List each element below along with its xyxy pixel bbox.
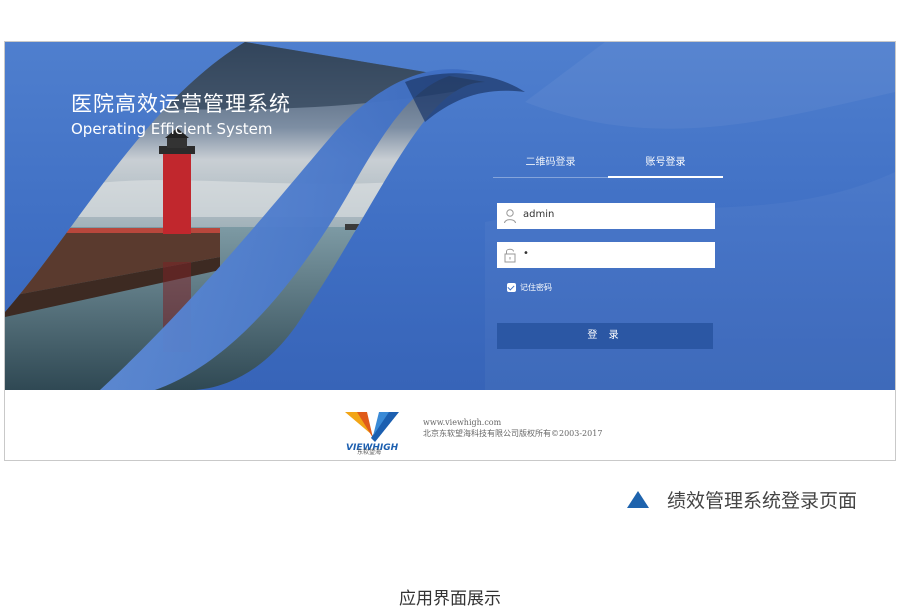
copyright-text: 北京东软望海科技有限公司版权所有©2003-2017 xyxy=(423,429,603,438)
password-input[interactable]: • xyxy=(497,242,715,268)
section-label: 应用界面展示 xyxy=(399,589,501,609)
lock-icon xyxy=(504,248,516,263)
username-value: admin xyxy=(523,209,555,220)
triangle-up-icon xyxy=(627,491,649,508)
screenshot-caption: 绩效管理系统登录页面 xyxy=(627,486,857,513)
user-icon xyxy=(504,209,516,224)
login-button[interactable]: 登 录 xyxy=(497,323,713,349)
app-subtitle: Operating Efficient System xyxy=(71,120,273,138)
login-hero: 医院高效运营管理系统 Operating Efficient System 二维… xyxy=(5,42,895,390)
viewhigh-logo: VIEWHIGH xyxy=(345,412,399,452)
login-footer: VIEWHIGH 东软望海 www.viewhigh.com 北京东软望海科技有… xyxy=(5,390,895,460)
caption-text: 绩效管理系统登录页面 xyxy=(667,490,858,512)
logo-chinese-name: 东软望海 xyxy=(357,449,382,456)
company-website: www.viewhigh.com xyxy=(423,418,502,427)
checkbox-checked-icon xyxy=(507,283,516,292)
login-window: 医院高效运营管理系统 Operating Efficient System 二维… xyxy=(4,41,896,461)
tab-qrcode-login[interactable]: 二维码登录 xyxy=(493,153,608,176)
password-value: • xyxy=(523,248,529,259)
app-title: 医院高效运营管理系统 xyxy=(71,92,291,116)
remember-password-checkbox[interactable]: 记住密码 xyxy=(507,282,552,293)
remember-password-label: 记住密码 xyxy=(520,283,552,292)
username-input[interactable]: admin xyxy=(497,203,715,229)
login-tabs: 二维码登录 账号登录 xyxy=(493,149,723,178)
tab-account-login[interactable]: 账号登录 xyxy=(608,153,723,178)
